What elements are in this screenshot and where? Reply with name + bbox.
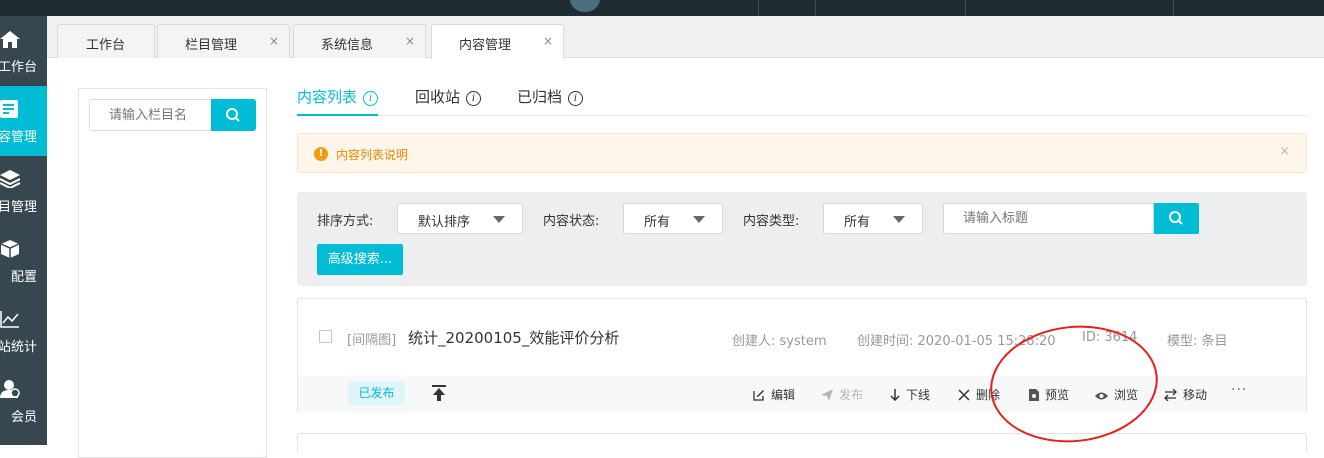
sidebar-item-members[interactable]: 会员 xyxy=(0,366,47,436)
sidebar-item-label: 配置 xyxy=(10,270,37,285)
box-icon xyxy=(0,240,20,258)
content-item: [间隔图] 统计_20200105_效能评价分析 创建人: system 创建时… xyxy=(297,298,1307,413)
sidebar-item-columns[interactable]: 目管理 xyxy=(0,156,47,226)
warning-icon: ! xyxy=(314,147,328,161)
home-icon xyxy=(0,31,20,48)
status-value: 所有 xyxy=(644,215,671,230)
sidebar-item-label: 目管理 xyxy=(0,200,37,215)
item-checkbox[interactable] xyxy=(319,330,332,343)
edit-button[interactable]: 编辑 xyxy=(753,386,795,403)
column-tree-panel xyxy=(78,88,267,458)
tab-label: 工作台 xyxy=(86,38,126,53)
sidebar-item-label: 容管理 xyxy=(0,130,37,145)
header-divider xyxy=(758,0,759,16)
search-icon xyxy=(1169,211,1183,225)
sidebar-item-label: 会员 xyxy=(10,410,37,425)
move-label: 移动 xyxy=(1183,388,1208,402)
close-icon[interactable]: × xyxy=(1279,144,1290,159)
more-icon[interactable]: ··· xyxy=(1231,382,1247,398)
caret-down-icon xyxy=(493,216,505,223)
status-badge: 已发布 xyxy=(348,381,405,405)
close-icon[interactable]: × xyxy=(405,34,415,48)
header-divider xyxy=(965,0,966,16)
header-divider xyxy=(1173,0,1174,16)
publish-button[interactable]: 发布 xyxy=(821,386,863,403)
tab-label: 系统信息 xyxy=(321,38,374,53)
info-icon[interactable]: i xyxy=(363,91,379,106)
edit-icon xyxy=(753,390,764,401)
tab-label: 栏目管理 xyxy=(185,38,238,53)
advanced-search-button[interactable]: 高级搜索... xyxy=(317,244,403,275)
column-search-button[interactable] xyxy=(211,99,256,131)
send-icon xyxy=(821,389,833,401)
sort-value: 默认排序 xyxy=(418,215,471,230)
sidebar: 工作台 容管理 目管理 配置 站统计 会员 xyxy=(0,16,47,445)
move-top-icon[interactable] xyxy=(432,385,446,403)
type-label: 内容类型: xyxy=(743,214,800,229)
tab-columns[interactable]: 栏目管理 × xyxy=(157,24,290,58)
tab-recycle-bin[interactable]: 回收站 i xyxy=(415,86,482,116)
filter-panel: 排序方式: 默认排序 内容状态: 所有 内容类型: 所有 高级搜索... xyxy=(297,192,1307,286)
top-header-bar xyxy=(0,0,1324,16)
info-icon[interactable]: i xyxy=(568,91,584,106)
caret-down-icon xyxy=(893,216,905,223)
item-type-tag: [间隔图] xyxy=(347,333,397,348)
publish-label: 发布 xyxy=(839,388,864,402)
edit-label: 编辑 xyxy=(771,388,796,402)
type-value: 所有 xyxy=(844,215,871,230)
sort-label: 排序方式: xyxy=(317,214,374,229)
layers-icon xyxy=(0,170,20,188)
caret-down-icon xyxy=(693,216,705,223)
sort-select[interactable]: 默认排序 xyxy=(397,203,523,234)
sidebar-item-label: 站统计 xyxy=(0,340,37,355)
tab-label: 内容管理 xyxy=(459,38,512,53)
notice-text: 内容列表说明 xyxy=(336,148,409,162)
chart-icon xyxy=(0,311,19,328)
status-label: 内容状态: xyxy=(543,214,600,229)
column-search-input[interactable] xyxy=(89,99,211,131)
user-icon xyxy=(0,380,20,398)
offline-button[interactable]: 下线 xyxy=(890,386,930,403)
tab-system-info[interactable]: 系统信息 × xyxy=(293,24,426,58)
search-icon xyxy=(226,108,240,122)
item-model: 模型: 条目 xyxy=(1167,334,1228,349)
arrow-down-icon xyxy=(890,389,900,402)
close-icon xyxy=(958,389,970,401)
header-divider xyxy=(815,0,816,16)
title-search-input[interactable] xyxy=(943,203,1154,234)
close-icon[interactable]: × xyxy=(269,34,279,48)
sidebar-item-config[interactable]: 配置 xyxy=(0,226,47,296)
close-icon[interactable]: × xyxy=(543,34,553,48)
sidebar-item-stats[interactable]: 站统计 xyxy=(0,296,47,366)
sidebar-item-label: 工作台 xyxy=(0,60,37,75)
content-icon xyxy=(0,100,18,118)
tab-label: 回收站 xyxy=(415,88,461,106)
swap-icon xyxy=(1164,388,1177,402)
content-list-notice: ! 内容列表说明 × xyxy=(297,133,1307,173)
move-button[interactable]: 移动 xyxy=(1164,386,1207,403)
user-avatar[interactable] xyxy=(570,0,600,12)
type-select[interactable]: 所有 xyxy=(823,203,923,234)
item-title[interactable]: 统计_20200105_效能评价分析 xyxy=(408,327,619,348)
tab-archived[interactable]: 已归档 i xyxy=(517,86,584,116)
content-tabs: 内容列表 i 回收站 i 已归档 i xyxy=(297,86,1307,116)
content-item xyxy=(297,433,1307,453)
title-search-button[interactable] xyxy=(1154,203,1199,234)
tab-dashboard[interactable]: 工作台 xyxy=(57,24,155,58)
sidebar-item-dashboard[interactable]: 工作台 xyxy=(0,16,47,86)
tab-content-list[interactable]: 内容列表 i xyxy=(297,86,379,116)
sidebar-item-content[interactable]: 容管理 xyxy=(0,86,47,156)
tab-label: 已归档 xyxy=(517,88,563,106)
tab-content[interactable]: 内容管理 × xyxy=(431,24,564,59)
status-select[interactable]: 所有 xyxy=(623,203,723,234)
item-creator: 创建人: system xyxy=(732,334,827,349)
info-icon[interactable]: i xyxy=(466,91,482,106)
tab-label: 内容列表 xyxy=(297,88,358,106)
offline-label: 下线 xyxy=(906,388,931,402)
page-tabs: 工作台 栏目管理 × 系统信息 × 内容管理 × xyxy=(47,16,1324,59)
